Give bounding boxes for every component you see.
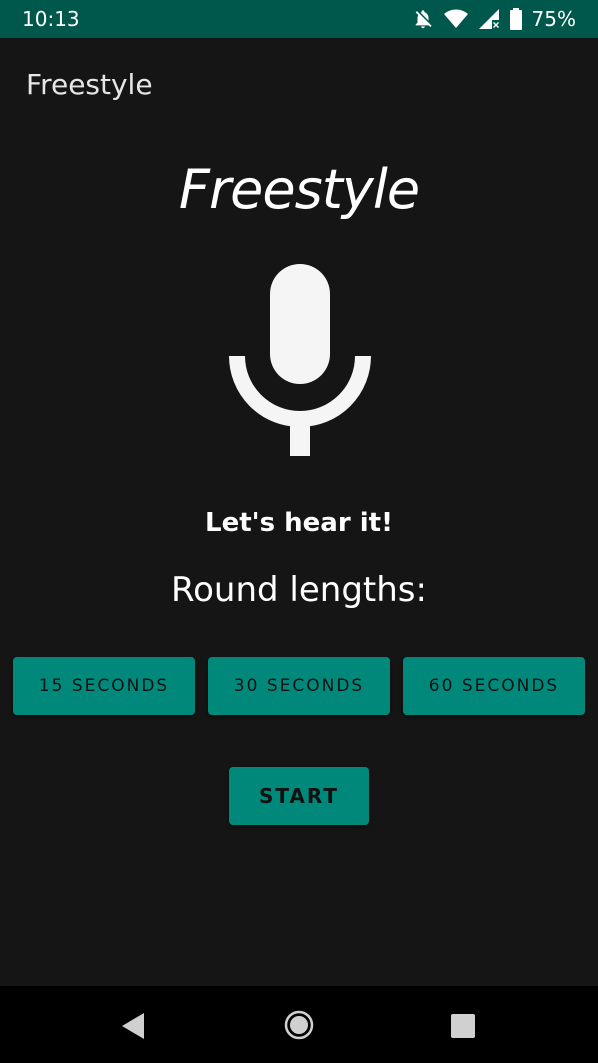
recents-icon[interactable] (451, 1014, 475, 1043)
navigation-bar (0, 986, 598, 1063)
round-15-seconds-button[interactable]: 15 SECONDS (13, 657, 195, 715)
status-time: 10:13 (22, 7, 80, 31)
notifications-off-icon (412, 8, 434, 30)
round-lengths-label: Round lengths: (171, 570, 427, 610)
app-bar: Freestyle (0, 38, 598, 130)
round-30-seconds-button[interactable]: 30 SECONDS (208, 657, 390, 715)
home-icon[interactable] (284, 1010, 314, 1045)
status-icons: 75% (412, 7, 576, 31)
wifi-icon (443, 9, 468, 29)
hero-title: Freestyle (178, 158, 420, 221)
start-button[interactable]: START (229, 767, 369, 825)
back-icon[interactable] (120, 1012, 146, 1045)
status-bar: 10:13 75% (0, 0, 598, 38)
round-60-seconds-button[interactable]: 60 SECONDS (403, 657, 585, 715)
app-bar-title: Freestyle (26, 68, 153, 101)
signal-icon (478, 8, 500, 30)
battery-icon (509, 8, 522, 30)
tagline: Let's hear it! (205, 508, 393, 538)
battery-percent: 75% (531, 7, 576, 31)
microphone-icon (229, 264, 371, 456)
